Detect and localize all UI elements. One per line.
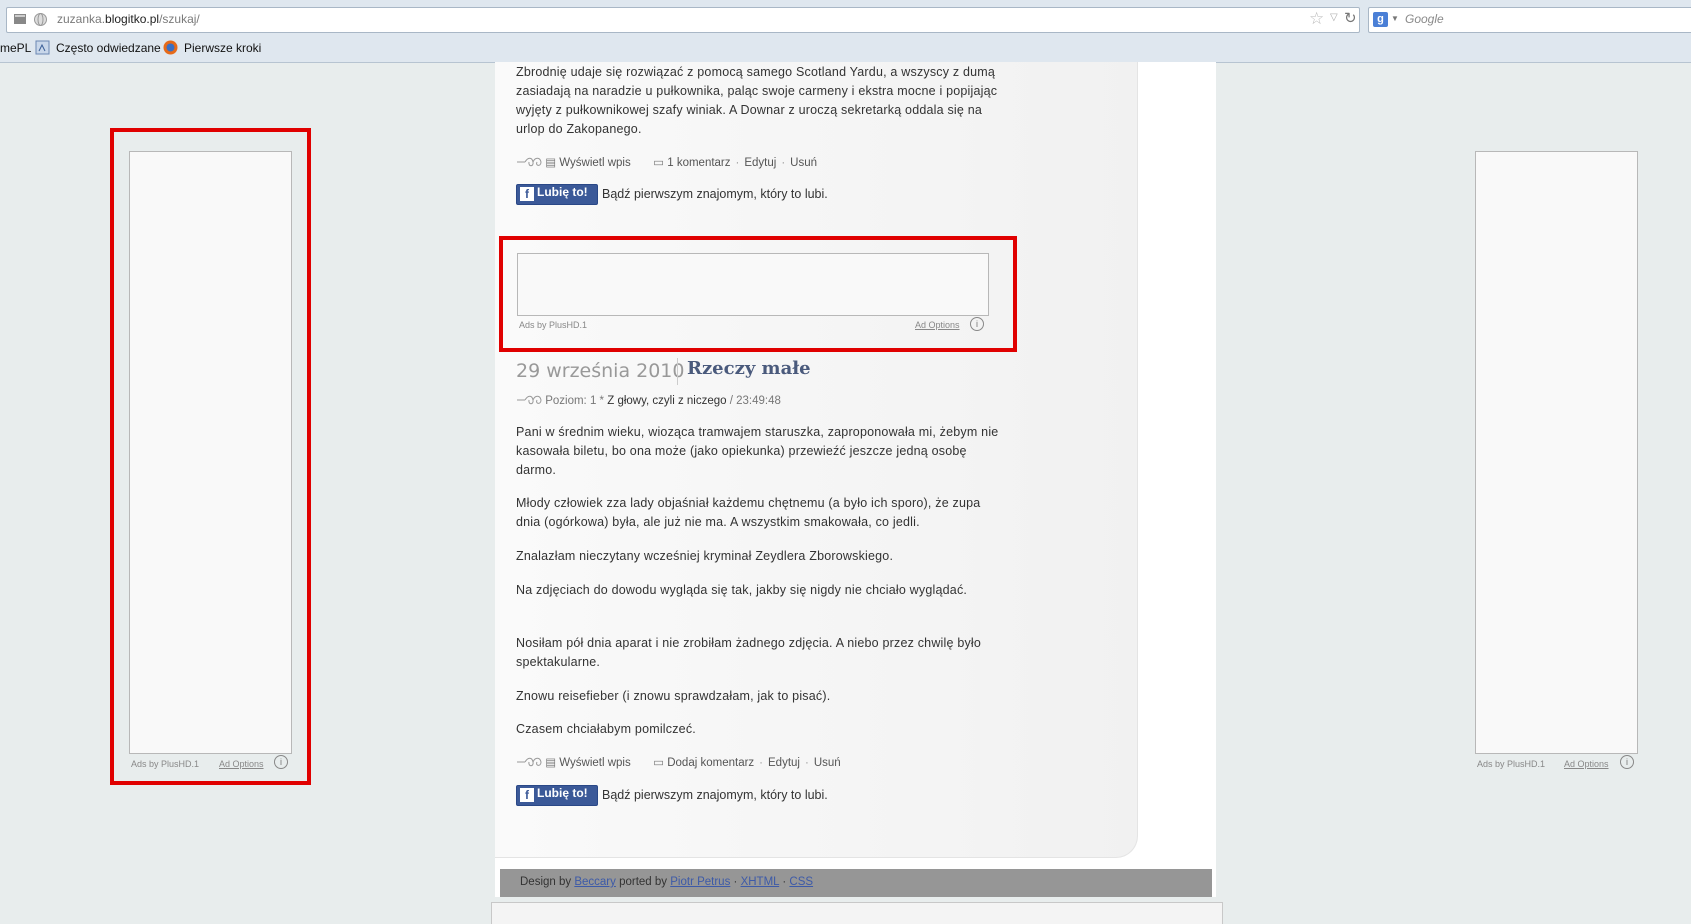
footer-xhtml-link[interactable]: XHTML [741,876,780,888]
post2-level: Poziom: 1 [545,395,597,407]
post1-like-button[interactable]: f Lubię to! [516,184,598,205]
ad-options-link[interactable]: Ad Options [1564,759,1609,769]
post1-view-link[interactable]: Wyświetl wpis [559,157,630,169]
highlight-frame-middle [499,236,1017,352]
post1-delete-link[interactable]: Usuń [790,157,817,169]
footer-design-by: Design by [520,876,572,888]
post1-edit-link[interactable]: Edytuj [744,157,776,169]
bookmark-item-mepl[interactable]: mePL [0,41,31,55]
google-icon[interactable]: g [1373,12,1388,27]
frequent-bookmarks-icon [35,40,50,55]
post2-time: / 23:49:48 [729,395,781,407]
post1-like-text: Bądź pierwszym znajomym, który to lubi. [602,187,828,201]
decoration-swirl-icon [517,757,542,767]
post2-paragraph: Znowu reisefieber (i znowu sprawdzałam, … [516,689,831,703]
footer-css-link[interactable]: CSS [789,876,813,888]
post2-paragraph: Znalazłam nieczytany wcześniej kryminał … [516,549,894,563]
post1-text: Zbrodnię udaje się rozwiązać z pomocą sa… [516,65,998,136]
facebook-icon: f [520,788,534,802]
separator: · [804,757,809,769]
bookmark-star-icon[interactable]: ☆ [1309,9,1324,29]
url-bar[interactable]: zuzanka.blogitko.pl/szukaj/ ☆ ▽ ↻ [6,7,1360,33]
post2-paragraph: Czasem chciałabym pomilczeć. [516,722,696,736]
url-text: zuzanka.blogitko.pl/szukaj/ [57,12,200,26]
post2-category-link[interactable]: Z głowy, czyli z niczego [607,395,726,407]
post2-add-comment-link[interactable]: Dodaj komentarz [667,757,754,769]
reload-icon[interactable]: ↻ [1344,9,1357,27]
post1-comments-link[interactable]: 1 komentarz [667,157,730,169]
separator: · [782,876,787,888]
post2-view-link[interactable]: Wyświetl wpis [559,757,630,769]
bottom-box [491,902,1223,924]
globe-icon [34,13,47,26]
bookmark-item-frequent[interactable]: Często odwiedzane [56,41,161,55]
page-icon [14,14,26,24]
post2-title[interactable]: Rzeczy małe [687,358,811,379]
post2-paragraph: Młody człowiek zza lady objaśniał każdem… [516,496,981,529]
post2-paragraph: Pani w średnim wieku, wioząca tramwajem … [516,425,999,477]
separator: · [781,157,786,169]
decoration-swirl-icon [517,395,542,405]
post2-paragraph: Nosiłam pół dnia aparat i nie zrobiłam ż… [516,636,982,669]
page-footer: Design by Beccary ported by Piotr Petrus… [500,869,1212,897]
post2-meta: Poziom: 1 * Z głowy, czyli z niczego / 2… [516,394,781,407]
document-icon: ▤ [545,157,557,169]
post2-like-button[interactable]: f Lubię to! [516,785,598,806]
footer-author-link[interactable]: Piotr Petrus [670,876,730,888]
ads-by-label: Ads by PlusHD.1 [1477,759,1546,769]
post1-links: ▤ Wyświetl wpis ▭ 1 komentarz · Edytuj · Usu… [516,155,817,169]
bookmark-item-first-steps[interactable]: Pierwsze kroki [184,41,261,55]
comment-icon: ▭ [653,157,665,169]
date-divider [677,358,678,385]
post2-links: ▤ Wyświetl wpis ▭ Dodaj komentarz · Edytuj… [516,755,841,769]
post2-star: * [599,395,605,407]
engine-dropdown-icon[interactable]: ▼ [1391,14,1399,23]
post2-delete-link[interactable]: Usuń [814,757,841,769]
dropdown-arrow-icon[interactable]: ▽ [1330,12,1338,23]
search-bar[interactable]: g ▼ Google [1368,7,1691,33]
search-placeholder: Google [1405,12,1444,26]
highlight-frame-left [110,128,311,785]
ad-skyscraper-right[interactable] [1475,151,1638,754]
separator: · [735,157,740,169]
separator: · [733,876,738,888]
footer-beccary-link[interactable]: Beccary [574,876,616,888]
post2-date: 29 września 2010 [516,360,685,382]
facebook-icon: f [520,187,534,201]
firefox-icon [163,40,178,55]
footer-ported-by: ported by [619,876,668,888]
comment-icon: ▭ [653,757,665,769]
separator: · [759,757,764,769]
info-icon[interactable]: i [1620,755,1634,769]
post2-like-text: Bądź pierwszym znajomym, który to lubi. [602,788,828,802]
post2-paragraph: Na zdjęciach do dowodu wygląda się tak, … [516,583,968,597]
decoration-swirl-icon [517,157,542,167]
document-icon: ▤ [545,757,557,769]
post2-edit-link[interactable]: Edytuj [768,757,800,769]
